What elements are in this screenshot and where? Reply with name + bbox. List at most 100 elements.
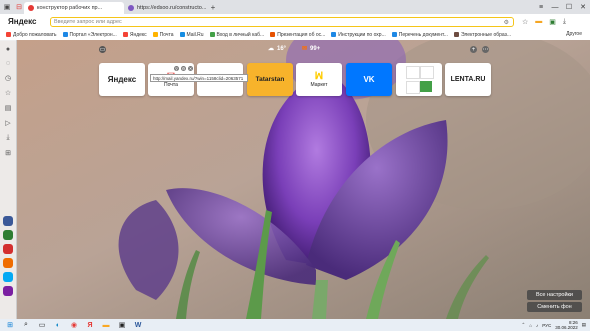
menu-icon[interactable]: ≡	[534, 0, 548, 14]
yandex-menu-icon[interactable]: ⊟	[14, 2, 24, 12]
yandex-icon[interactable]: Я	[84, 320, 96, 330]
extensions-icon[interactable]: ▣	[549, 18, 556, 26]
title-bar: ▣ ⊟ конструктор рабочих пр... https://ed…	[0, 0, 590, 14]
notifications-icon[interactable]: ◌	[3, 58, 13, 68]
tile-vk[interactable]: VK	[346, 63, 392, 96]
bookmark-favicon-icon	[209, 32, 215, 37]
bookmark-label: Перечень документ...	[398, 31, 448, 38]
search-input[interactable]: Введите запрос или адрес ⚙	[50, 16, 514, 27]
window-controls: ≡ — ☐ ✕	[534, 0, 590, 14]
notification-icon[interactable]: ▤	[582, 322, 586, 328]
volume-icon[interactable]: ♪	[536, 323, 538, 328]
bookmark-label: Mail.Ru	[186, 31, 204, 38]
app-orange-icon[interactable]	[3, 258, 13, 268]
bookmark-label: Инструкции по охр...	[338, 31, 386, 38]
language-indicator[interactable]: РУС	[542, 323, 551, 328]
video-icon[interactable]: ▷	[3, 118, 13, 128]
tab-constructor[interactable]: конструктор рабочих пр...	[24, 2, 124, 14]
bookmark-item[interactable]: Инструкции по охр...	[331, 31, 386, 38]
bookmark-label: Вход в личный каб...	[216, 31, 265, 38]
bookmark-item[interactable]: Электронные образ...	[453, 32, 511, 38]
system-tray: ⌃ ⌂ ♪ РУС 8:26 30.06.2022 ▤	[521, 319, 586, 331]
bookmark-item[interactable]: Портал «Электрон...	[62, 31, 117, 38]
tile-market[interactable]: ꟽ Маркет	[296, 63, 342, 96]
bookmarks-icon[interactable]: ☆	[3, 88, 13, 98]
close-button[interactable]: ✕	[576, 0, 590, 14]
history-icon[interactable]: ◷	[3, 73, 13, 83]
explorer-icon[interactable]: ▬	[100, 320, 112, 330]
settings-icon[interactable]: ⚙	[504, 19, 509, 26]
maximize-button[interactable]: ☐	[562, 0, 576, 14]
apps-grid-icon[interactable]: ⊞	[3, 148, 13, 158]
bookmark-item[interactable]: Яндекс	[122, 32, 147, 38]
task-view-icon[interactable]: ▭	[36, 320, 48, 330]
bookmark-item[interactable]: Перечень документ...	[391, 31, 448, 38]
search-icon[interactable]: ⌕	[20, 320, 32, 330]
clock[interactable]: 8:26 30.06.2022	[555, 320, 578, 330]
tile-label: Маркет	[310, 82, 328, 88]
chevron-up-icon[interactable]: ⌃	[521, 322, 525, 328]
tile-label: Почта	[164, 82, 178, 88]
tile-lock-icon[interactable]: ⚲	[174, 66, 179, 71]
bookmark-label: Добро пожаловать	[13, 31, 57, 38]
tab-manager-icon[interactable]: ▣	[2, 2, 12, 12]
tab-favicon-icon	[28, 5, 34, 11]
bookmark-label: Почта	[159, 31, 174, 38]
downloads-icon[interactable]: ⤓	[3, 133, 13, 143]
app-blue-icon[interactable]	[3, 272, 13, 282]
tile-title: VK	[363, 75, 375, 84]
network-icon[interactable]: ⌂	[529, 323, 532, 328]
mail-widget[interactable]: ✉ 99+	[302, 45, 320, 53]
tab-label: конструктор рабочих пр...	[37, 5, 103, 11]
app-green-icon[interactable]	[3, 230, 13, 240]
tile-close-icon[interactable]: ✕	[188, 66, 193, 71]
address-row: Яндекс Введите запрос или адрес ⚙ ☆ ▬ ▣ …	[0, 14, 590, 29]
tile-settings-icon[interactable]: ⚙	[181, 66, 186, 71]
start-icon[interactable]: ⊞	[4, 320, 16, 330]
app-red-icon[interactable]	[3, 244, 13, 254]
more-options-icon[interactable]: ⋯	[482, 46, 489, 53]
tile-yandex[interactable]: Яндекс	[99, 63, 145, 96]
weather-widget[interactable]: ☁ 16°	[268, 45, 286, 53]
bookmark-favicon-icon	[391, 32, 397, 37]
other-bookmarks[interactable]: Другое	[566, 31, 582, 37]
yandex-browser-icon[interactable]: ◉	[68, 320, 80, 330]
bookmark-item[interactable]: Добро пожаловать	[6, 32, 57, 38]
bookmark-favicon-icon	[6, 32, 11, 37]
tile-group-grid	[406, 65, 434, 94]
bookmark-item[interactable]: Презентация об ос...	[270, 32, 325, 38]
bookmark-favicon-icon	[179, 32, 185, 37]
tile-group[interactable]	[396, 63, 442, 96]
bookmark-item[interactable]: Вход в личный каб...	[209, 31, 265, 38]
profile-icon[interactable]: ●	[3, 44, 13, 54]
bookmark-favicon-icon	[270, 32, 276, 37]
app-purple-icon[interactable]	[3, 286, 13, 296]
bookmark-label: Портал «Электрон...	[69, 31, 117, 38]
battery-icon[interactable]: ▬	[535, 18, 542, 25]
tab-edsoo[interactable]: https://edsoo.ru/constructo... ✕	[124, 2, 208, 14]
edge-icon[interactable]: ◐	[52, 320, 64, 330]
tile-tatarstan[interactable]: Tatarstan	[247, 63, 293, 96]
tile-lenta[interactable]: LENTA.RU	[445, 63, 491, 96]
app-alisa-icon[interactable]	[3, 216, 13, 226]
collections-icon[interactable]: ▤	[3, 103, 13, 113]
add-tile-icon[interactable]: +	[470, 46, 477, 53]
bookmark-item[interactable]: Mail.Ru	[179, 31, 204, 38]
minimize-button[interactable]: —	[548, 0, 562, 14]
print-icon[interactable]: ▭	[99, 46, 106, 53]
tab-label: https://edsoo.ru/constructo...	[137, 5, 207, 11]
download-icon[interactable]: ⤓	[563, 18, 566, 26]
clock-date: 30.06.2022	[555, 325, 578, 330]
word-icon[interactable]: W	[132, 320, 144, 330]
mini-green-icon	[420, 80, 432, 92]
all-settings-button[interactable]: Все настройки	[527, 290, 582, 300]
yandex-logo[interactable]: Яндекс	[8, 17, 50, 26]
new-tab-button[interactable]: +	[208, 2, 218, 12]
bookmark-label: Презентация об ос...	[277, 31, 326, 38]
change-background-button[interactable]: Сменить фон	[527, 302, 582, 312]
bookmark-item[interactable]: Почта	[152, 31, 174, 38]
mail-icon: ✉	[302, 46, 308, 52]
search-placeholder: Введите запрос или адрес	[54, 18, 122, 25]
store-icon[interactable]: ▣	[116, 320, 128, 330]
bookmark-icon[interactable]: ☆	[522, 18, 528, 26]
